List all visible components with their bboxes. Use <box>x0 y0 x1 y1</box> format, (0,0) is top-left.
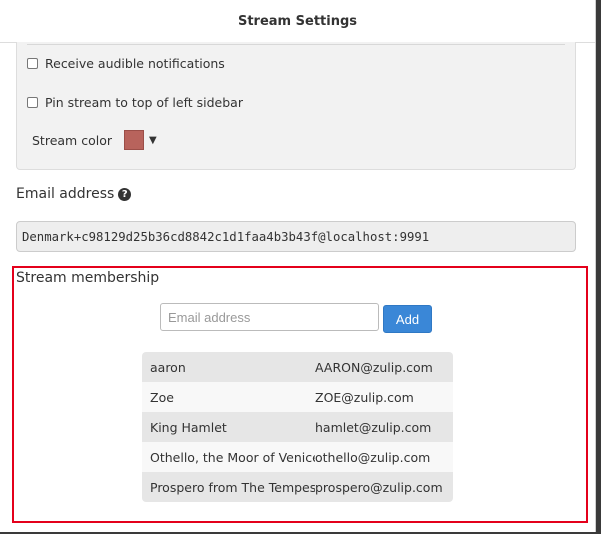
audible-notifications-checkbox[interactable] <box>27 58 38 69</box>
member-name: King Hamlet <box>150 419 227 435</box>
member-name: Othello, the Moor of Venice <box>150 449 315 465</box>
member-email: othello@zulip.com <box>315 449 431 465</box>
member-email: hamlet@zulip.com <box>315 419 432 435</box>
member-row: aaron AARON@zulip.com <box>142 352 453 382</box>
add-member-email-input[interactable] <box>160 303 379 331</box>
member-name: Zoe <box>150 389 174 405</box>
stream-settings-modal: Stream Settings Receive audible notifica… <box>0 0 596 533</box>
stream-color-row: Stream color ▼ <box>32 130 157 150</box>
email-address-heading: Email address ? <box>16 186 132 202</box>
email-address-label: Email address <box>16 186 115 202</box>
divider <box>27 44 565 45</box>
pin-stream-label: Pin stream to top of left sidebar <box>45 95 243 110</box>
question-circle-icon[interactable]: ? <box>118 187 132 201</box>
member-row: Othello, the Moor of Venice othello@zuli… <box>142 442 453 472</box>
chevron-down-icon[interactable]: ▼ <box>149 135 157 146</box>
window-edge <box>596 0 601 534</box>
stream-email-address[interactable]: Denmark+c98129d25b36cd8842c1d1faa4b3b43f… <box>16 221 576 252</box>
modal-title: Stream Settings <box>237 13 357 29</box>
add-member-button[interactable]: Add <box>383 305 432 333</box>
member-row: Zoe ZOE@zulip.com <box>142 382 453 412</box>
member-list: aaron AARON@zulip.com Zoe ZOE@zulip.com … <box>142 352 453 502</box>
member-row: King Hamlet hamlet@zulip.com <box>142 412 453 442</box>
pin-stream-checkbox[interactable] <box>27 97 38 108</box>
stream-settings-panel: Receive audible notifications Pin stream… <box>16 42 576 170</box>
member-name: aaron <box>150 359 186 375</box>
member-name: Prospero from The Tempest <box>150 479 315 495</box>
stream-color-swatch[interactable] <box>123 130 144 150</box>
member-email: prospero@zulip.com <box>315 479 443 495</box>
member-row: Prospero from The Tempest prospero@zulip… <box>142 472 453 502</box>
stream-color-label: Stream color <box>32 132 112 148</box>
member-email: AARON@zulip.com <box>315 359 433 375</box>
audible-notifications-option[interactable]: Receive audible notifications <box>27 56 225 71</box>
pin-stream-option[interactable]: Pin stream to top of left sidebar <box>27 95 243 110</box>
audible-notifications-label: Receive audible notifications <box>45 56 225 71</box>
stream-membership-section: Stream membership Add aaron AARON@zulip.… <box>12 266 588 523</box>
member-email: ZOE@zulip.com <box>315 389 414 405</box>
modal-header: Stream Settings <box>0 0 595 43</box>
stream-membership-title: Stream membership <box>16 270 160 286</box>
